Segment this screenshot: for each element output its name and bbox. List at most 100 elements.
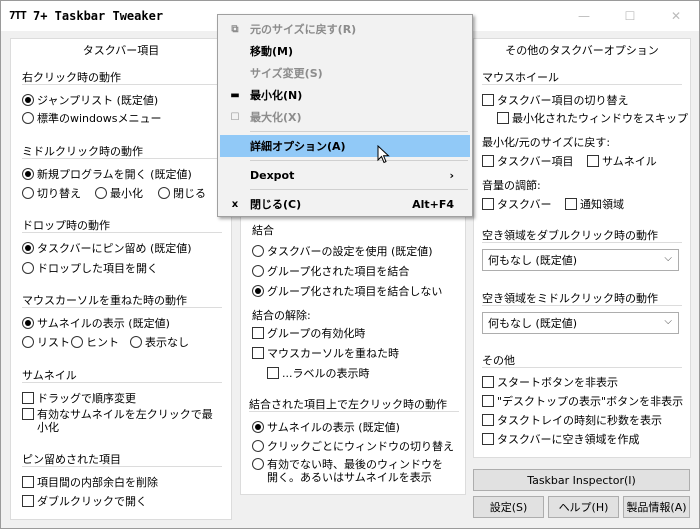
about-button[interactable]: 製品情報(A) [623, 496, 690, 518]
volume-label: 音量の調節: [482, 179, 541, 192]
checkbox-indicator [482, 414, 494, 426]
radio-show-thumbnail-combined[interactable]: サムネイルの表示 (既定値) [252, 419, 400, 435]
middle-click-select[interactable]: 何もなし (既定値) ⌵ [482, 312, 679, 334]
radio-label: サムネイルの表示 (既定値) [267, 421, 400, 434]
radio-switch[interactable]: 切り替え [22, 185, 81, 201]
radio-label: ジャンプリスト (既定値) [37, 94, 159, 107]
menu-item-minimize[interactable]: ▬ 最小化(N) [220, 84, 470, 106]
mouse-wheel-label: マウスホイール [482, 71, 559, 84]
checkbox-label: マウスカーソルを重ねた時 [267, 347, 399, 360]
radio-no-display[interactable]: 表示なし [130, 334, 189, 350]
checkbox-indicator [497, 112, 509, 124]
menu-item-advanced-options[interactable]: 詳細オプション(A) [220, 135, 470, 157]
checkbox-label: スタートボタンを非表示 [497, 376, 618, 389]
pinned-label: ピン留めされた項目 [22, 453, 121, 466]
checkbox-label: タスクトレイの時刻に秒数を表示 [497, 414, 662, 427]
radio-combine-grouped[interactable]: グループ化された項目を結合 [252, 263, 409, 279]
shortcut-label: Alt+F4 [412, 197, 454, 211]
radio-show-thumbnail[interactable]: サムネイルの表示 (既定値) [22, 315, 170, 331]
checkbox-indicator [587, 155, 599, 167]
close-button[interactable]: ✕ [653, 1, 699, 31]
radio-jumplist[interactable]: ジャンプリスト (既定値) [22, 92, 158, 108]
menu-item-dexpot[interactable]: Dexpot › [220, 164, 470, 186]
radio-label: リスト [37, 336, 70, 349]
check-hide-start[interactable]: スタートボタンを非表示 [482, 374, 618, 390]
maximize-button[interactable]: ☐ [607, 1, 653, 31]
radio-pin[interactable]: タスクバーにピン留め (既定値) [22, 240, 192, 256]
radio-do-not-combine[interactable]: グループ化された項目を結合しない [252, 283, 442, 299]
chevron-down-icon: ⌵ [664, 253, 672, 264]
middle-click-label: ミドルクリック時の動作 [22, 145, 143, 158]
radio-indicator [22, 187, 34, 199]
right-click-label: 右クリック時の動作 [22, 71, 121, 84]
select-value: 何もなし (既定値) [488, 317, 578, 330]
check-remove-padding[interactable]: 項目間の内部余白を削除 [22, 474, 158, 490]
radio-cycle-windows[interactable]: クリックごとにウィンドウの切り替え [252, 438, 454, 454]
checkbox-indicator [22, 476, 34, 488]
checkbox-label: タスクバーに空き領域を作成 [497, 433, 640, 446]
check-notification-area[interactable]: 通知領域 [565, 196, 624, 212]
radio-hint[interactable]: ヒント [71, 334, 119, 350]
radio-label: 新規プログラムを開く (既定値) [37, 168, 192, 181]
restore-icon: ⧉ [231, 23, 239, 35]
minimize-button[interactable]: — [561, 1, 607, 31]
radio-minimize[interactable]: 最小化 [95, 185, 143, 201]
double-click-select[interactable]: 何もなし (既定値) ⌵ [482, 249, 679, 271]
menu-item-close[interactable]: x 閉じる(C) Alt+F4 [220, 193, 470, 215]
checkbox-indicator [267, 367, 279, 379]
check-empty-space[interactable]: タスクバーに空き領域を作成 [482, 431, 639, 447]
radio-indicator [252, 245, 264, 257]
check-double-click-open[interactable]: ダブルクリックで開く [22, 493, 147, 509]
check-on-activation[interactable]: グループの有効化時 [252, 325, 365, 341]
check-switch-items[interactable]: タスクバー項目の切り替え [482, 92, 628, 108]
menu-item-move[interactable]: 移動(M) [220, 40, 470, 62]
taskbar-inspector-button[interactable]: Taskbar Inspector(I) [473, 469, 690, 491]
radio-indicator [130, 336, 142, 348]
checkbox-indicator [252, 327, 264, 339]
settings-button[interactable]: 設定(S) [473, 496, 544, 518]
check-minimize-thumbnail[interactable]: 有効なサムネイルを左クリックで最小化 [22, 408, 222, 434]
mouse-cursor-icon [377, 145, 390, 164]
checkbox-label: ドラッグで順序変更 [37, 392, 136, 405]
check-thumbnail[interactable]: サムネイル [587, 153, 657, 169]
system-context-menu: ⧉ 元のサイズに戻す(R) 移動(M) サイズ変更(S) ▬ 最小化(N) ☐ 最大化… [217, 14, 473, 217]
radio-indicator [71, 336, 83, 348]
radio-close[interactable]: 閉じる [158, 185, 206, 201]
maximize-icon: ☐ [230, 111, 240, 123]
radio-open-last-window[interactable]: 有効でない時、最後のウィンドウを開く。あるいはサムネイルを表示 [252, 458, 452, 484]
thumbnail-label: サムネイル [22, 369, 77, 382]
radio-list[interactable]: リスト [22, 334, 70, 350]
check-show-labels[interactable]: ...ラベルの表示時 [267, 365, 370, 381]
check-hide-show-desktop[interactable]: "デスクトップの表示"ボタンを非表示 [482, 393, 683, 409]
check-drag-reorder[interactable]: ドラッグで順序変更 [22, 390, 136, 406]
radio-label: 最小化 [110, 187, 143, 200]
radio-window-menu[interactable]: 標準のwindowsメニュー [22, 110, 161, 126]
check-show-seconds[interactable]: タスクトレイの時刻に秒数を表示 [482, 412, 662, 428]
help-button[interactable]: ヘルプ(H) [548, 496, 619, 518]
checkbox-indicator [482, 198, 494, 210]
radio-open-new[interactable]: 新規プログラムを開く (既定値) [22, 166, 192, 182]
radio-label: クリックごとにウィンドウの切り替え [267, 440, 454, 453]
radio-indicator [22, 112, 34, 124]
combined-left-click-label: 結合された項目上で左クリック時の動作 [249, 398, 447, 411]
minimize-icon: ▬ [230, 89, 240, 101]
radio-use-taskbar-settings[interactable]: タスクバーの設定を使用 (既定値) [252, 243, 433, 259]
maximize-icon: ☐ [624, 9, 636, 23]
radio-indicator [22, 168, 34, 180]
radio-label: グループ化された項目を結合しない [267, 285, 443, 298]
radio-open-dropped[interactable]: ドロップした項目を開く [22, 260, 158, 276]
other-label: その他 [482, 354, 515, 367]
menu-item-restore[interactable]: ⧉ 元のサイズに戻す(R) [220, 18, 470, 40]
check-on-hover[interactable]: マウスカーソルを重ねた時 [252, 345, 399, 361]
check-volume-taskbar[interactable]: タスクバー [482, 196, 551, 212]
menu-item-size[interactable]: サイズ変更(S) [220, 62, 470, 84]
menu-item-maximize[interactable]: ☐ 最大化(X) [220, 106, 470, 128]
check-taskbar-item[interactable]: タスクバー項目 [482, 153, 573, 169]
window-title: 7+ Taskbar Tweaker [33, 9, 164, 23]
checkbox-label: 項目間の内部余白を削除 [37, 476, 158, 489]
radio-label: ヒント [86, 336, 119, 349]
radio-label: 標準のwindowsメニュー [37, 112, 162, 125]
close-icon: x [231, 198, 239, 210]
checkbox-indicator [482, 395, 494, 407]
check-skip-minimized[interactable]: 最小化されたウィンドウをスキップ [497, 110, 688, 126]
